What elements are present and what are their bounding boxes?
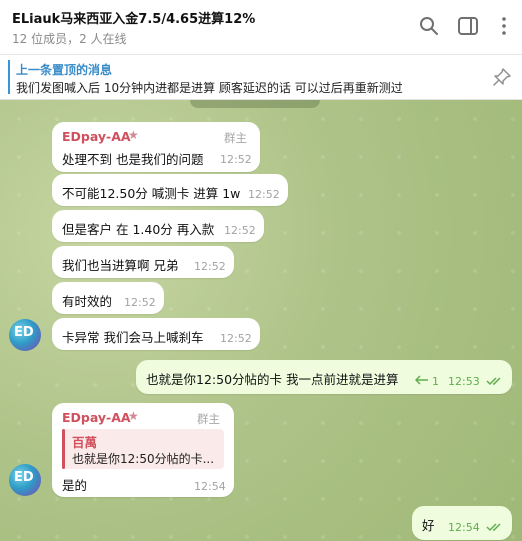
star-icon: ★ <box>128 409 139 423</box>
message-time: 12:52 <box>224 224 256 237</box>
message-text: 不可能12.50分 喊测卡 进算 1w <box>62 186 241 201</box>
date-pill <box>190 100 320 108</box>
reply-text: 也就是你12:50分帖的卡... <box>72 452 215 466</box>
message-bubble[interactable]: 卡异常 我们会马上喊刹车 12:52 <box>52 318 260 350</box>
pinned-indicator <box>8 60 10 94</box>
double-check-icon <box>486 523 501 532</box>
chat-area[interactable]: EDpay-AA ★ 群主 处理不到 也是我们的问题 12:52 不可能12.5… <box>0 100 522 541</box>
more-menu-icon[interactable] <box>492 14 516 38</box>
sender-avatar[interactable]: ED <box>9 464 41 496</box>
role-badge: 群主 <box>197 412 220 426</box>
sidebar-toggle-icon[interactable] <box>456 14 480 38</box>
reply-arrow-icon[interactable] <box>415 375 429 385</box>
double-check-icon <box>486 377 501 386</box>
message-text: 卡异常 我们会马上喊刹车 <box>62 330 204 345</box>
message-text: 好 <box>422 518 435 533</box>
reply-sender: 百萬 <box>72 435 98 450</box>
message-text: 我们也当进算啊 兄弟 <box>62 258 179 273</box>
sender-avatar[interactable]: ED <box>9 319 41 351</box>
message-time: 12:52 <box>220 332 252 345</box>
message-time: 12:54 <box>194 480 226 493</box>
chat-header: ELiauk马来西亚入金7.5/4.65进算12% 12 位成员，2 人在线 <box>0 0 522 55</box>
message-text: 但是客户 在 1.40分 再入款 <box>62 222 215 237</box>
message-time: 12:52 <box>220 153 252 166</box>
reply-count[interactable]: 1 <box>432 375 439 388</box>
outgoing-message-bubble[interactable]: 也就是你12:50分帖的卡 我一点前进就是进算 1 12:53 <box>136 360 512 394</box>
pinned-message-bar[interactable]: 上一条置顶的消息 我们发图喊入后 10分钟内进都是进算 顾客延迟的话 可以过后再… <box>0 55 522 100</box>
message-text: 处理不到 也是我们的问题 <box>62 152 204 167</box>
message-text: 有时效的 <box>62 294 113 309</box>
message-time: 12:53 <box>448 375 480 388</box>
role-badge: 群主 <box>224 131 247 145</box>
reply-quote[interactable]: 百萬 也就是你12:50分帖的卡... <box>62 429 224 469</box>
message-time: 12:52 <box>194 260 226 273</box>
message-text: 是的 <box>62 478 88 493</box>
pinned-title: 上一条置顶的消息 <box>16 63 113 77</box>
message-time: 12:52 <box>248 188 280 201</box>
message-time: 12:54 <box>448 521 480 534</box>
message-bubble[interactable]: 有时效的 12:52 <box>52 282 164 314</box>
sender-name[interactable]: EDpay-AA <box>62 410 131 425</box>
message-time: 12:52 <box>124 296 156 309</box>
search-icon[interactable] <box>417 14 441 38</box>
message-bubble[interactable]: EDpay-AA ★ 群主 百萬 也就是你12:50分帖的卡... 是的 12:… <box>52 403 234 497</box>
pin-icon[interactable] <box>492 67 512 87</box>
message-text: 也就是你12:50分帖的卡 我一点前进就是进算 <box>146 372 399 387</box>
message-bubble[interactable]: 但是客户 在 1.40分 再入款 12:52 <box>52 210 264 242</box>
sender-name[interactable]: EDpay-AA <box>62 129 131 144</box>
message-bubble[interactable]: 不可能12.50分 喊测卡 进算 1w 12:52 <box>52 174 288 206</box>
outgoing-message-bubble[interactable]: 好 12:54 <box>412 506 512 540</box>
message-bubble[interactable]: EDpay-AA ★ 群主 处理不到 也是我们的问题 12:52 <box>52 122 260 172</box>
message-bubble[interactable]: 我们也当进算啊 兄弟 12:52 <box>52 246 234 278</box>
star-icon: ★ <box>128 128 139 142</box>
chat-title[interactable]: ELiauk马来西亚入金7.5/4.65进算12% <box>12 8 255 27</box>
reply-indicator <box>62 429 65 469</box>
pinned-text: 我们发图喊入后 10分钟内进都是进算 顾客延迟的话 可以过后再重新测过 <box>16 81 403 95</box>
member-count: 12 位成员，2 人在线 <box>12 32 127 46</box>
